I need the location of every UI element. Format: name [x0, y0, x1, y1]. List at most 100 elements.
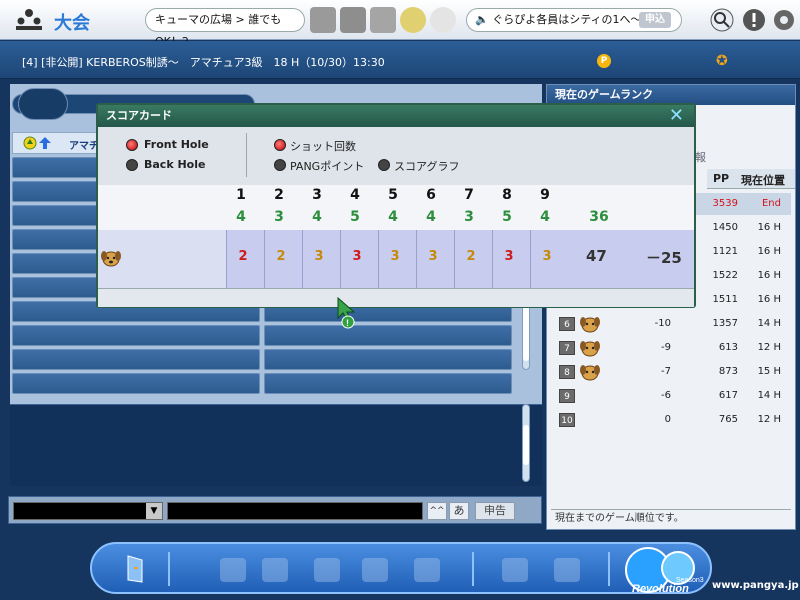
ranking-footer: 現在までのゲーム順位です。 — [551, 509, 791, 527]
input-mode-button[interactable]: あ — [449, 502, 469, 520]
item-shop-icon[interactable] — [262, 558, 288, 582]
player-info-cell — [98, 230, 226, 288]
hole-par: 3 — [274, 209, 284, 225]
rank-number: 6 — [559, 317, 575, 331]
rank-score: 0 — [664, 414, 671, 425]
scrollbar-thumb[interactable] — [523, 301, 529, 361]
shot-count-label[interactable]: ショット回数 — [290, 138, 356, 154]
caddie-icon[interactable] — [414, 558, 440, 582]
guild-icon[interactable] — [554, 558, 580, 582]
chat-input[interactable] — [167, 502, 423, 520]
divider — [168, 552, 170, 586]
slider-knob[interactable] — [18, 88, 68, 120]
search-icon[interactable] — [710, 8, 734, 32]
room-info-text: [4] [非公開] KERBEROS制誘～ アマチュア3級 18 H（10/30… — [22, 56, 385, 69]
speaker-icon: 🔈 — [475, 13, 489, 26]
ranking-row[interactable]: 9 -6 617 14 H — [551, 385, 791, 407]
score-graph-radio[interactable] — [378, 159, 390, 171]
ranking-title: 現在のゲームランク — [547, 85, 795, 105]
hole-par: 5 — [350, 209, 360, 225]
friend-list-icon[interactable] — [502, 558, 528, 582]
pang-points-label[interactable]: PANGポイント — [290, 158, 364, 174]
score-total: 47 — [586, 247, 607, 265]
alert-icon[interactable] — [742, 8, 766, 32]
report-button[interactable]: 申告 — [475, 502, 515, 520]
divider — [472, 552, 474, 586]
team-name: アマチ — [69, 141, 99, 152]
back-hole-label[interactable]: Back Hole — [144, 158, 205, 171]
rank-number: 9 — [559, 389, 575, 403]
rank-position: 12 H — [757, 414, 781, 425]
rank-number: 8 — [559, 365, 575, 379]
rank-position: 16 H — [757, 294, 781, 305]
door-exit-icon[interactable] — [124, 554, 150, 584]
front-hole-label[interactable]: Front Hole — [144, 138, 209, 151]
hole-score: 3 — [314, 249, 324, 264]
avatar[interactable] — [370, 7, 396, 33]
hole-score: 3 — [390, 249, 400, 264]
player-slot[interactable] — [12, 349, 260, 370]
pangya-logo: Revolution Season3 — [625, 547, 704, 595]
ranking-row[interactable]: 6 -10 1357 14 H — [551, 313, 791, 335]
scrollbar-thumb[interactable] — [523, 425, 529, 465]
avatar[interactable] — [340, 7, 366, 33]
hole-score: 3 — [352, 249, 362, 264]
dog-avatar-icon — [101, 251, 121, 267]
dog-avatar-icon — [580, 365, 600, 381]
hole-number: 4 — [350, 187, 360, 203]
dog-avatar-icon — [580, 317, 600, 333]
settings-dock-icon[interactable] — [362, 558, 388, 582]
gift-icon[interactable] — [314, 558, 340, 582]
player-slot[interactable] — [12, 373, 260, 394]
rank-pp: 1511 — [712, 294, 738, 305]
room-info-bar: [4] [非公開] KERBEROS制誘～ アマチュア3級 18 H（10/30… — [0, 41, 800, 79]
page-title: 大会 — [54, 13, 90, 34]
ranking-row[interactable]: 10 0 765 12 H — [551, 409, 791, 431]
pang-points-radio[interactable] — [274, 159, 286, 171]
player-slot[interactable] — [264, 325, 512, 346]
avatar[interactable] — [400, 7, 426, 33]
hole-score: 2 — [238, 249, 248, 264]
chat-scrollbar[interactable] — [522, 404, 530, 482]
player-slot[interactable] — [264, 373, 512, 394]
locker-icon[interactable] — [220, 558, 246, 582]
ranking-row[interactable]: 7 -9 613 12 H — [551, 337, 791, 359]
hole-par: 4 — [236, 209, 246, 225]
pang-icon: P — [597, 54, 611, 68]
hole-score: 3 — [504, 249, 514, 264]
emote-button[interactable]: ^^ — [427, 502, 447, 520]
close-icon[interactable]: ✕ — [669, 106, 684, 126]
front-hole-radio[interactable] — [126, 139, 138, 151]
rank-number: 7 — [559, 341, 575, 355]
rank-score: -9 — [661, 342, 671, 353]
hole-number: 8 — [502, 187, 512, 203]
score-graph-label[interactable]: スコアグラフ — [394, 158, 459, 174]
rank-score: -10 — [654, 318, 671, 329]
rank-position: 15 H — [757, 366, 781, 377]
shot-count-radio[interactable] — [274, 139, 286, 151]
avatar[interactable] — [430, 7, 456, 33]
site-url: www.pangya.jp — [712, 580, 799, 591]
chevron-down-icon[interactable]: ▼ — [146, 503, 162, 519]
room-location[interactable]: キューマの広場 > 誰でもOK！2 — [145, 8, 305, 48]
rank-number: 10 — [559, 413, 575, 427]
hole-par: 3 — [464, 209, 474, 225]
hole-par: 4 — [426, 209, 436, 225]
avatar[interactable] — [310, 7, 336, 33]
scorecard-dialog: スコアカード ✕ Front Hole Back Hole ショット回数 PAN… — [96, 103, 696, 308]
back-hole-radio[interactable] — [126, 159, 138, 171]
gear-icon[interactable] — [772, 8, 796, 32]
player-slot[interactable] — [12, 325, 260, 346]
chat-bar: ▼ ^^ あ 申告 — [8, 496, 542, 524]
apply-button[interactable]: 申込 — [639, 12, 671, 28]
team-icons — [23, 136, 51, 150]
player-slot[interactable] — [264, 349, 512, 370]
chat-channel-select[interactable]: ▼ — [13, 502, 163, 520]
hole-score: 2 — [466, 249, 476, 264]
rank-pp: 873 — [718, 366, 738, 377]
rank-position: 14 H — [757, 390, 781, 401]
scorecard-title: スコアカード — [98, 105, 694, 127]
tournament-bracket-icon — [16, 9, 42, 30]
ranking-row[interactable]: 8 -7 873 15 H — [551, 361, 791, 383]
scorecard-options: Front Hole Back Hole ショット回数 PANGポイント スコア… — [98, 127, 694, 185]
